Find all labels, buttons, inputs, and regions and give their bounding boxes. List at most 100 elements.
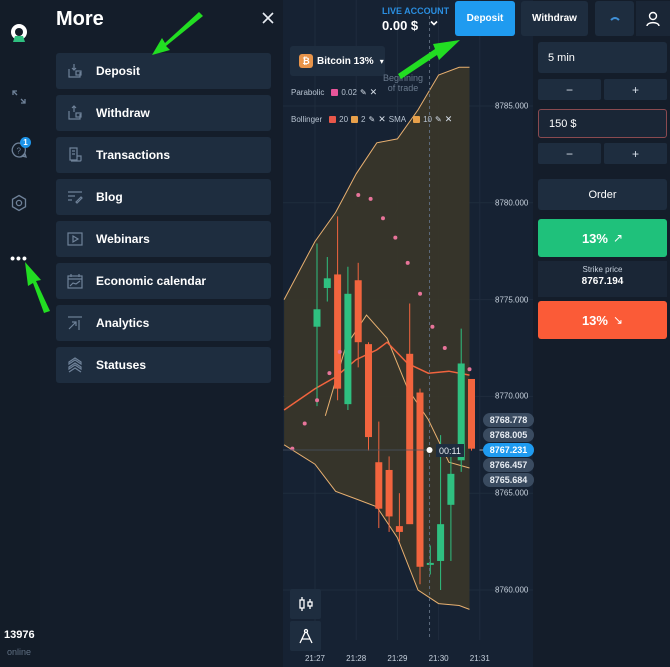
parabolic-sar-dot <box>380 216 385 221</box>
menu-item-economic-calendar[interactable]: Economic calendar <box>56 263 271 299</box>
parabolic-sar-dot <box>393 235 398 240</box>
menu-item-transactions[interactable]: Transactions <box>56 137 271 173</box>
parabolic-sar-dot <box>442 346 447 350</box>
bitcoin-icon: ₿ <box>299 54 313 68</box>
calendar-chart-icon <box>66 272 84 290</box>
color-swatch[interactable] <box>413 116 421 123</box>
candle-body <box>323 278 331 288</box>
color-swatch[interactable] <box>331 89 339 96</box>
candlestick-icon <box>298 597 313 611</box>
video-icon <box>66 230 84 248</box>
y-tick-label: 8760.000 <box>495 585 529 595</box>
drawing-tools-button[interactable] <box>290 621 321 651</box>
asset-selector[interactable]: ₿ Bitcoin 13% ▾ <box>290 46 385 76</box>
price-chart[interactable] <box>283 0 533 667</box>
logo-icon[interactable] <box>8 22 30 44</box>
menu-item-deposit[interactable]: Deposit <box>56 53 271 89</box>
candle-body <box>395 526 403 532</box>
indicator-name: Parabolic <box>291 88 325 97</box>
menu-item-label: Webinars <box>96 232 150 246</box>
strike-price-label: Strike price <box>582 265 623 274</box>
indicator-value: 0.02 <box>341 88 357 97</box>
y-tick-label: 8775.000 <box>495 295 529 305</box>
status-button[interactable] <box>595 1 634 36</box>
edit-icon[interactable]: ✎ <box>435 115 442 124</box>
menu-item-webinars[interactable]: Webinars <box>56 221 271 257</box>
indicator-value: 10 <box>423 115 432 124</box>
remove-icon[interactable]: ✕ <box>370 87 378 98</box>
svg-text:?: ? <box>17 147 22 156</box>
up-payout: 13% <box>581 230 608 246</box>
amount-plus-button[interactable]: + <box>604 143 667 164</box>
menu-item-label: Economic calendar <box>96 274 207 288</box>
x-tick-label: 21:31 <box>469 654 490 663</box>
parabolic-sar-dot <box>405 260 410 265</box>
withdraw-icon <box>66 104 84 122</box>
put-down-button[interactable]: 13% ↘ <box>538 301 667 339</box>
profile-button[interactable] <box>636 1 670 36</box>
compass-icon <box>298 628 313 644</box>
amount-input[interactable]: 150 $ <box>538 109 667 138</box>
account-chevron-icon[interactable] <box>429 18 439 31</box>
order-button[interactable]: Order <box>538 179 667 210</box>
menu-item-blog[interactable]: Blog <box>56 179 271 215</box>
x-tick-label: 21:29 <box>387 654 408 663</box>
duration-minus-button[interactable]: − <box>538 79 601 100</box>
chevron-down-icon: ▾ <box>379 56 384 66</box>
edit-icon[interactable]: ✎ <box>369 115 376 124</box>
menu-item-withdraw[interactable]: Withdraw <box>56 95 271 131</box>
candle-body <box>365 344 372 438</box>
candle-body <box>468 378 475 449</box>
menu-item-analytics[interactable]: Analytics <box>56 305 271 341</box>
parabolic-sar-dot <box>337 349 342 354</box>
account-type-label: LIVE ACCOUNT <box>382 6 450 16</box>
color-swatch[interactable] <box>351 116 359 123</box>
current-price-label: 8767.231 <box>483 443 534 457</box>
fullscreen-icon[interactable] <box>8 86 30 108</box>
price-level-label: 8766.457 <box>483 457 534 472</box>
withdraw-button[interactable]: Withdraw <box>521 1 588 36</box>
more-dots-icon[interactable]: ••• <box>8 247 30 269</box>
call-up-button[interactable]: 13% ↗ <box>538 219 667 257</box>
candle-body <box>416 392 424 567</box>
status-icon <box>609 16 620 21</box>
candle-body <box>406 353 414 525</box>
price-level-label: 8768.778 <box>483 413 534 428</box>
parabolic-sar-dot <box>356 193 361 198</box>
more-panel-title: More <box>56 8 104 30</box>
price-level-label: 8768.005 <box>483 428 534 443</box>
parabolic-sar-dot <box>302 421 307 426</box>
indicator-bollinger: Bollinger 20 2 ✎ ✕ SMA 10 ✎ ✕ <box>291 114 452 125</box>
settings-icon[interactable] <box>8 192 30 214</box>
remove-icon[interactable]: ✕ <box>445 114 453 125</box>
y-tick-label: 8770.000 <box>495 391 529 401</box>
candle-body <box>447 473 455 505</box>
menu-item-label: Transactions <box>96 148 171 162</box>
label-line: Beginning <box>382 73 424 83</box>
indicator-name: Bollinger <box>291 115 323 124</box>
duration-input[interactable]: 5 min <box>538 42 667 73</box>
trade-timer: 00:11 <box>436 444 464 457</box>
menu-item-label: Blog <box>96 190 123 204</box>
candle-body <box>344 293 352 405</box>
parabolic-sar-dot <box>467 367 472 372</box>
chart-type-button[interactable] <box>290 589 321 619</box>
deposit-button[interactable]: Deposit <box>455 1 515 36</box>
account-balance[interactable]: 0.00 $ <box>382 18 418 33</box>
color-swatch[interactable] <box>329 116 337 123</box>
arrow-down-right-icon: ↘ <box>612 313 624 327</box>
menu-item-statuses[interactable]: Statuses <box>56 347 271 383</box>
duration-plus-button[interactable]: + <box>604 79 667 100</box>
remove-icon[interactable]: ✕ <box>378 114 386 125</box>
parabolic-sar-dot <box>368 196 373 201</box>
indicator-name: SMA <box>388 115 407 124</box>
parabolic-sar-dot <box>418 291 423 296</box>
chart-canvas[interactable] <box>283 0 533 667</box>
edit-icon[interactable]: ✎ <box>360 88 367 97</box>
candle-body <box>375 462 383 509</box>
close-icon[interactable] <box>258 8 278 28</box>
online-label: online <box>7 647 32 657</box>
parabolic-sar-dot <box>315 398 320 403</box>
amount-minus-button[interactable]: − <box>538 143 601 164</box>
y-tick-label: 8765.000 <box>495 488 529 498</box>
